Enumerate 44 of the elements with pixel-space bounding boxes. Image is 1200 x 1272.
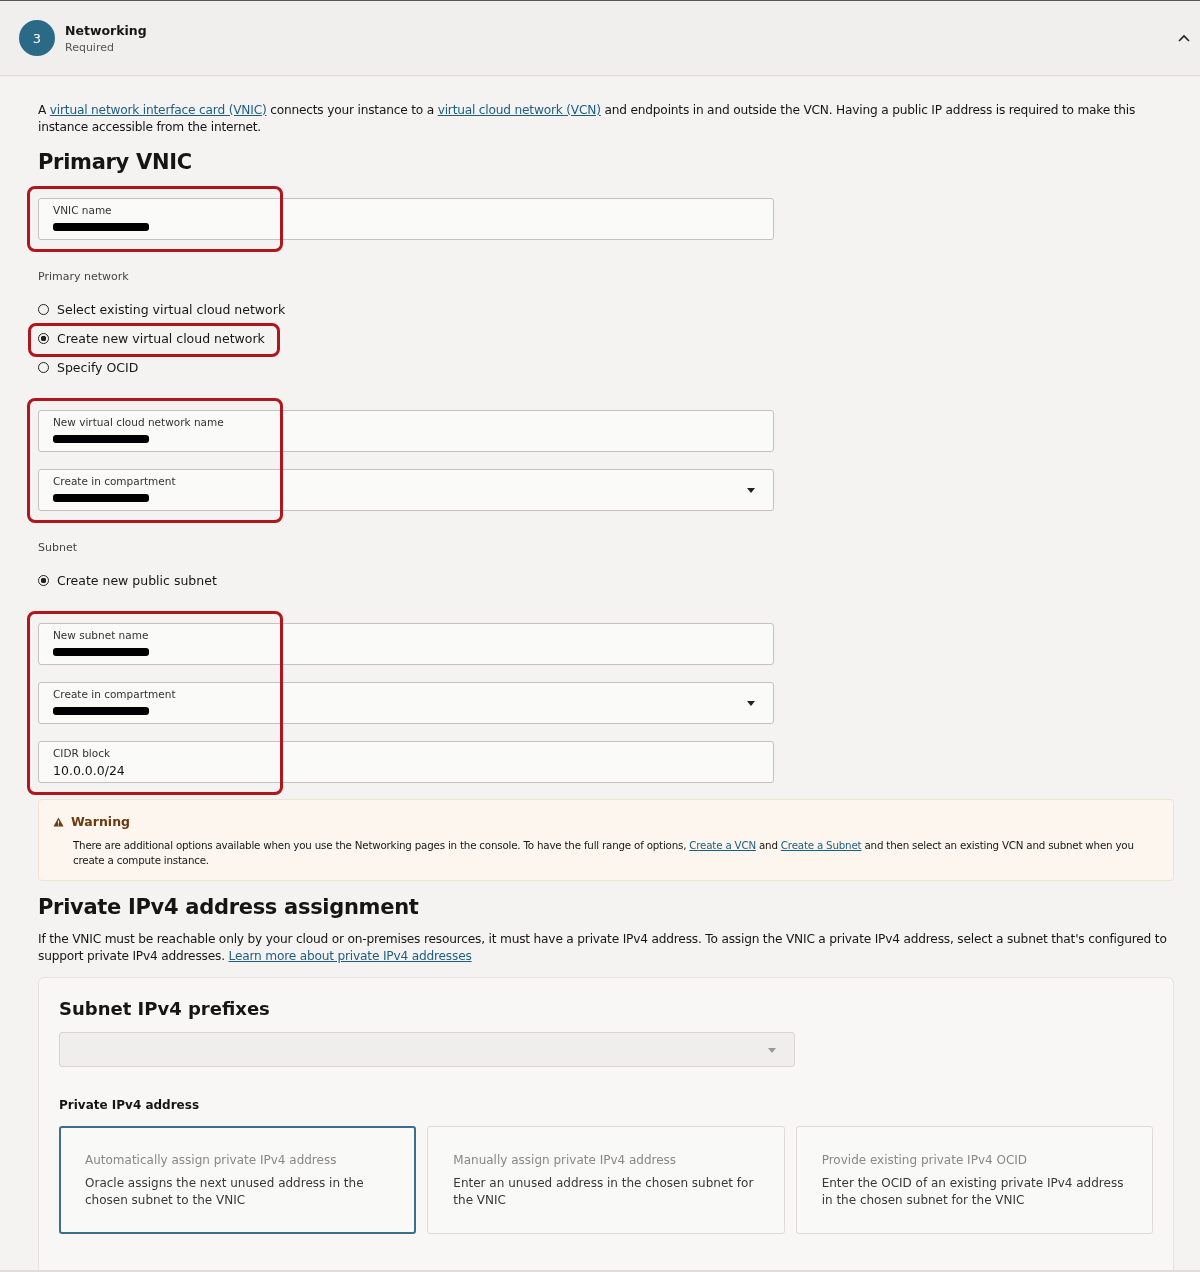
section-heading: Primary VNIC [38,150,193,174]
link[interactable]: virtual cloud network (VCN) [437,103,601,117]
card-description: Oracle assigns the next unused address in the chosen subnet to the VNIC [85,1175,365,1209]
group-label: Primary network [38,270,130,283]
input-field[interactable]: Create in compartment [38,682,774,724]
input-field[interactable]: New virtual cloud network name [38,410,774,452]
caret-icon [747,701,755,706]
card-description: Enter the OCID of an existing private IPv4 address in the chosen subnet for the VNIC [821,1175,1125,1209]
caret-icon [768,1048,776,1053]
card-title: Automatically assign private IPv4 address [85,1153,338,1167]
collapse-chevron-icon[interactable] [1178,34,1190,42]
option-card[interactable]: Provide existing private IPv4 OCID Enter the OCID of an existing private IPv4 address in the chosen subnet for the VNIC [795,1126,1153,1234]
section-heading: Private IPv4 address assignment [38,895,420,919]
radio-button[interactable] [38,575,49,586]
radio-label[interactable]: Select existing virtual cloud network [57,302,286,317]
card-title: Provide existing private IPv4 OCID [821,1153,1029,1167]
card-title: Manually assign private IPv4 address [453,1153,678,1167]
radio-label[interactable]: Create new public subnet [57,573,217,588]
intro-paragraph: A virtual network interface card (VNIC) connects your instance to a virtual cloud network (VCN) and endpoints in and outside the VCN. Having a public IP address is required to make this instance accessible from the internet. [38,102,1137,136]
input-field[interactable]: CIDR block 10.0.0.0/24 [38,741,774,783]
caret-icon [747,488,755,493]
section-title: Networking [65,22,148,38]
link[interactable]: Create a VCN [689,839,756,851]
input-field[interactable]: VNIC name [38,198,774,240]
option-card[interactable]: Manually assign private IPv4 address Enter an unused address in the chosen subnet for the VNIC [427,1126,785,1234]
link[interactable]: Learn more about private IPv4 addresses [228,949,472,963]
option-card[interactable]: Automatically assign private IPv4 address Oracle assigns the next unused address in the chosen subnet to the VNIC [59,1126,417,1234]
description-paragraph: If the VNIC must be reachable only by your cloud or on-premises resources, it must have a private IPv4 address. To assign the VNIC a private IPv4 address, select a subnet that's configured to support private IPv4 addresses. Learn more about private IPv4 addresses [38,931,1168,965]
field-label: Private IPv4 address [59,1098,201,1112]
section-subtitle: Required [65,40,115,54]
card-description: Enter an unused address in the chosen subnet for the VNIC [453,1175,755,1209]
panel-heading: Subnet IPv4 prefixes [59,998,271,1019]
input-field[interactable]: Create in compartment [38,469,774,511]
radio-label[interactable]: Create new virtual cloud network [57,331,265,346]
link[interactable]: Create a Subnet [780,839,862,851]
group-label: Subnet [38,541,78,554]
input-field[interactable]: New subnet name [38,623,774,665]
link[interactable]: virtual network interface card (VNIC) [49,103,267,117]
warning-icon [53,816,64,827]
step-number-badge: 3 [19,20,55,56]
warning-title: Warning [71,814,130,829]
radio-button[interactable] [38,333,49,344]
radio-label[interactable]: Specify OCID [57,360,139,375]
warning-message: There are additional options available when you use the Networking pages in the console. To have the full range of options, Create a VCN and Create a Subnet and then select an existing VCN and subnet when you create a compute instance. [73,838,1135,868]
